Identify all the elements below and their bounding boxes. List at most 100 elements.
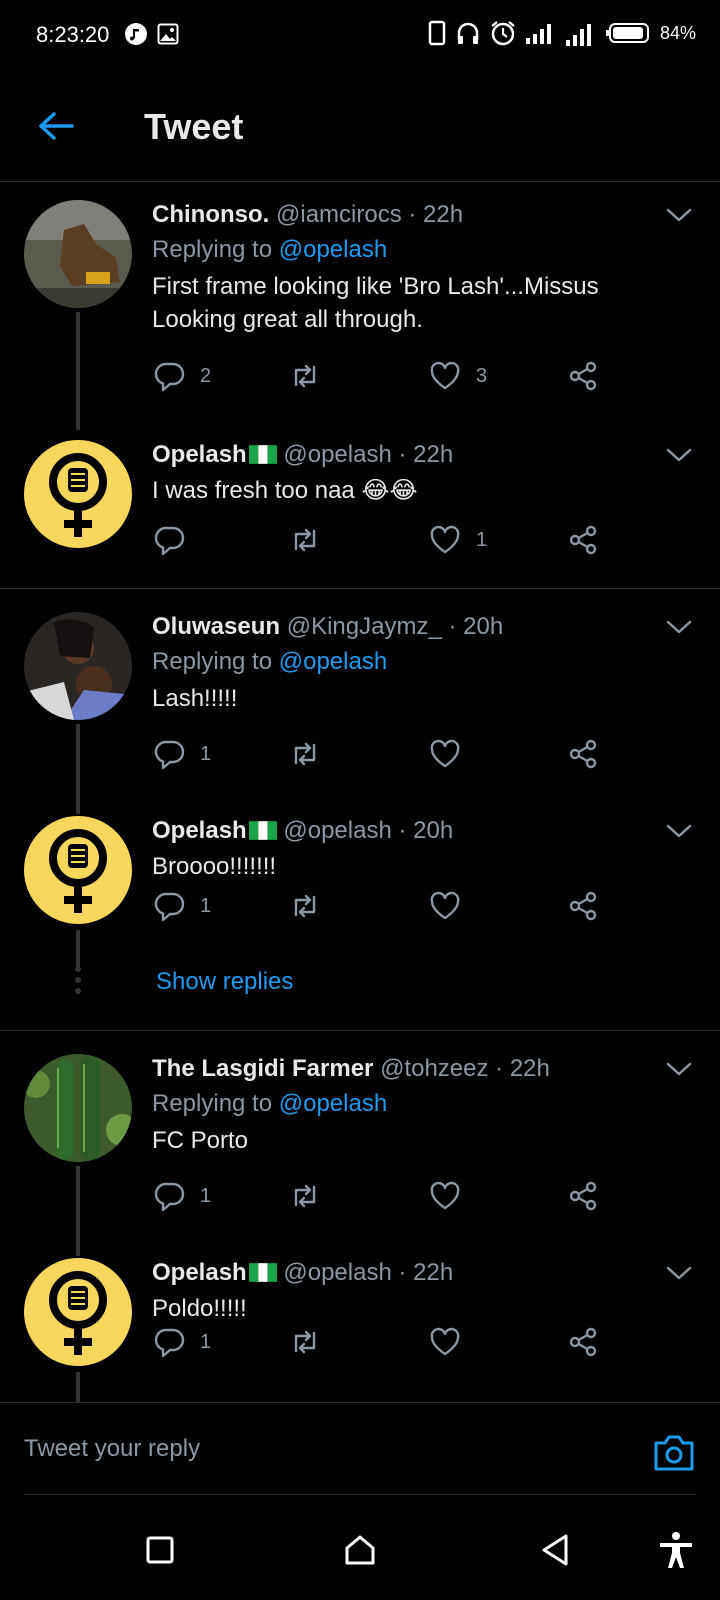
- avatar[interactable]: [24, 1054, 132, 1162]
- signal-icon: [525, 24, 551, 44]
- reply-icon: [152, 1325, 186, 1359]
- replying-to: Replying to @opelash: [152, 1090, 388, 1117]
- retweet-icon: [288, 1325, 322, 1359]
- display-name[interactable]: Opelash: [152, 1259, 247, 1286]
- mention-link[interactable]: @opelash: [279, 648, 387, 675]
- username[interactable]: @iamcirocs: [276, 201, 402, 228]
- like-button[interactable]: [428, 734, 476, 774]
- chevron-down-icon[interactable]: [664, 816, 694, 846]
- like-button[interactable]: 1: [428, 520, 487, 560]
- tweet-header: Opelash @opelash · 20h: [152, 816, 656, 846]
- retweet-button[interactable]: [288, 734, 322, 774]
- like-button[interactable]: 3: [428, 356, 487, 396]
- retweet-button[interactable]: [288, 1176, 322, 1216]
- share-button[interactable]: [566, 356, 600, 396]
- chevron-down-icon[interactable]: [664, 1258, 694, 1288]
- show-replies-link[interactable]: Show replies: [156, 968, 293, 996]
- username[interactable]: @opelash: [283, 1259, 391, 1286]
- status-time: 8:23:20: [36, 22, 110, 47]
- retweet-button[interactable]: [288, 1322, 322, 1362]
- retweet-icon: [288, 523, 322, 557]
- feminist-fist-avatar-icon[interactable]: [24, 1258, 132, 1366]
- reply-count: 1: [200, 742, 212, 765]
- retweet-button[interactable]: [288, 886, 322, 926]
- headphone-icon: [457, 22, 479, 44]
- retweet-button[interactable]: [288, 356, 322, 396]
- tweet-actions: 1: [152, 1322, 632, 1362]
- heart-icon: [428, 1179, 462, 1213]
- retweet-icon: [288, 889, 322, 923]
- tweet-actions: 1: [152, 886, 632, 926]
- share-button[interactable]: [566, 886, 600, 926]
- reply-icon: [152, 737, 186, 771]
- reply-input[interactable]: Tweet your reply: [24, 1435, 200, 1463]
- share-icon: [566, 359, 600, 393]
- like-button[interactable]: [428, 1322, 476, 1362]
- username[interactable]: @KingJaymz_: [287, 613, 442, 640]
- page-title: Tweet: [144, 106, 244, 147]
- reply-button[interactable]: 1: [152, 1322, 211, 1362]
- reply-button[interactable]: [152, 520, 200, 560]
- reply-button[interactable]: 1: [152, 1176, 211, 1216]
- display-name[interactable]: Chinonso.: [152, 201, 269, 228]
- share-button[interactable]: [566, 734, 600, 774]
- display-name[interactable]: Oluwaseun: [152, 613, 280, 640]
- share-button[interactable]: [566, 1322, 600, 1362]
- like-button[interactable]: [428, 886, 476, 926]
- thread-line: [76, 1372, 80, 1402]
- tweet-actions: 1: [152, 734, 632, 774]
- share-icon: [566, 1179, 600, 1213]
- tweet-header: Chinonso. @iamcirocs · 22h: [152, 200, 656, 230]
- gallery-icon: [157, 23, 179, 45]
- tweet-text: I was fresh too naa 😂😂: [152, 477, 418, 504]
- timestamp: · 22h: [408, 201, 464, 228]
- feminist-fist-avatar-icon[interactable]: [24, 816, 132, 924]
- reply-icon: [152, 523, 186, 557]
- chevron-down-icon[interactable]: [664, 612, 694, 642]
- username[interactable]: @opelash: [283, 817, 391, 844]
- reply-divider: [24, 1494, 696, 1495]
- feminist-fist-avatar-icon[interactable]: [24, 440, 132, 548]
- tweet-text: Lash!!!!!: [152, 685, 238, 712]
- username[interactable]: @opelash: [283, 441, 391, 468]
- chevron-down-icon[interactable]: [664, 1054, 694, 1084]
- display-name[interactable]: Opelash: [152, 817, 247, 844]
- tweet-header: Oluwaseun @KingJaymz_ · 20h: [152, 612, 656, 642]
- timestamp: · 20h: [398, 817, 454, 844]
- back-button[interactable]: [34, 104, 78, 148]
- back-triangle-icon[interactable]: [536, 1530, 576, 1570]
- avatar[interactable]: [24, 612, 132, 720]
- retweet-button[interactable]: [288, 520, 322, 560]
- nigeria-flag-icon: [249, 1263, 277, 1282]
- chevron-down-icon[interactable]: [664, 200, 694, 230]
- signal-4g-icon: [565, 24, 591, 46]
- reply-count: 1: [200, 894, 212, 917]
- reply-count: 2: [200, 364, 212, 387]
- display-name[interactable]: The Lasgidi Farmer: [152, 1055, 373, 1082]
- share-button[interactable]: [566, 520, 600, 560]
- chevron-down-icon[interactable]: [664, 440, 694, 470]
- share-button[interactable]: [566, 1176, 600, 1216]
- status-notification-icons: [124, 22, 180, 46]
- home-icon[interactable]: [340, 1530, 380, 1570]
- like-count: 1: [476, 528, 488, 551]
- accessibility-icon[interactable]: [656, 1530, 696, 1570]
- thread-divider: [0, 1030, 720, 1031]
- reply-button[interactable]: 2: [152, 356, 211, 396]
- status-right: 84%: [428, 20, 696, 46]
- thread-line: [76, 1166, 80, 1256]
- mention-link[interactable]: @opelash: [279, 1090, 387, 1117]
- tweet-actions: 2 3: [152, 356, 632, 396]
- avatar[interactable]: [24, 200, 132, 308]
- recent-apps-icon[interactable]: [140, 1530, 180, 1570]
- like-button[interactable]: [428, 1176, 476, 1216]
- reply-button[interactable]: 1: [152, 734, 211, 774]
- thread-line: [76, 724, 80, 814]
- display-name[interactable]: Opelash: [152, 441, 247, 468]
- username[interactable]: @tohzeez: [380, 1055, 488, 1082]
- share-icon: [566, 889, 600, 923]
- tweet-header: The Lasgidi Farmer @tohzeez · 22h: [152, 1054, 656, 1084]
- mention-link[interactable]: @opelash: [279, 236, 387, 263]
- reply-button[interactable]: 1: [152, 886, 211, 926]
- camera-icon[interactable]: [652, 1433, 696, 1473]
